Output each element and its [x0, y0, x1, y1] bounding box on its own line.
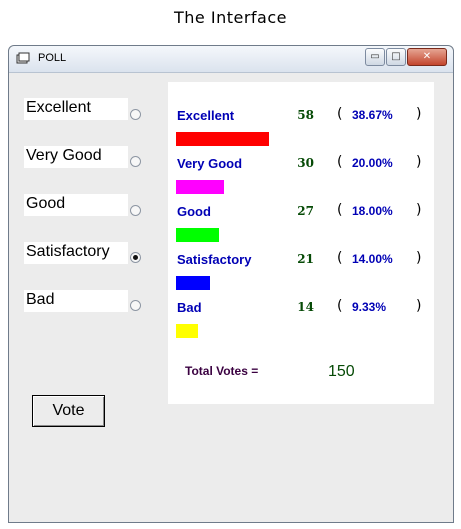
maximize-button[interactable]: □ — [386, 48, 406, 66]
result-paren-close: ) — [416, 154, 422, 170]
total-votes-label: Total Votes = — [185, 364, 259, 378]
window-title: POLL — [38, 52, 67, 64]
poll-window: POLL ▭ □ ✕ Excellent Very Good Good Sati… — [8, 45, 454, 523]
page-caption: The Interface — [174, 8, 287, 27]
option-label-excellent: Excellent — [24, 98, 128, 120]
window-titlebar[interactable]: POLL ▭ □ ✕ — [9, 46, 453, 73]
radio-satisfactory[interactable] — [130, 252, 141, 263]
result-percent-good: 18.00% — [352, 204, 393, 218]
result-count-very-good: 30 — [297, 156, 314, 170]
result-paren-open: ( — [337, 250, 343, 266]
result-bar-very-good — [176, 180, 224, 194]
option-label-very-good: Very Good — [24, 146, 128, 168]
result-percent-very-good: 20.00% — [352, 156, 393, 170]
close-button[interactable]: ✕ — [407, 48, 447, 66]
result-paren-close: ) — [416, 250, 422, 266]
option-label-good: Good — [24, 194, 128, 216]
result-paren-open: ( — [337, 202, 343, 218]
result-bar-excellent — [176, 132, 269, 146]
radio-very-good[interactable] — [130, 156, 141, 167]
result-percent-excellent: 38.67% — [352, 108, 393, 122]
result-name-bad: Bad — [177, 300, 202, 315]
vote-button[interactable]: Vote — [32, 395, 105, 427]
result-name-excellent: Excellent — [177, 108, 235, 123]
radio-bad[interactable] — [130, 300, 141, 311]
result-paren-open: ( — [337, 106, 343, 122]
result-paren-open: ( — [337, 154, 343, 170]
result-bar-satisfactory — [176, 276, 210, 290]
result-paren-close: ) — [416, 202, 422, 218]
result-count-satisfactory: 21 — [297, 252, 314, 266]
result-name-satisfactory: Satisfactory — [177, 252, 252, 267]
minimize-button[interactable]: ▭ — [365, 48, 385, 66]
option-label-bad: Bad — [24, 290, 128, 312]
result-bar-good — [176, 228, 219, 242]
result-paren-close: ) — [416, 298, 422, 314]
option-label-satisfactory: Satisfactory — [24, 242, 128, 264]
result-paren-open: ( — [337, 298, 343, 314]
result-percent-bad: 9.33% — [352, 300, 387, 314]
result-count-good: 27 — [297, 204, 314, 218]
result-count-excellent: 58 — [297, 108, 314, 122]
result-name-good: Good — [177, 204, 211, 219]
result-percent-satisfactory: 14.00% — [352, 252, 393, 266]
app-icon — [16, 52, 30, 64]
result-bar-bad — [176, 324, 198, 338]
results-panel: Excellent 58 ( 38.67% ) Very Good 30 ( 2… — [168, 82, 434, 404]
result-count-bad: 14 — [297, 300, 314, 314]
total-votes-value: 150 — [328, 363, 355, 380]
radio-excellent[interactable] — [130, 109, 141, 120]
result-name-very-good: Very Good — [177, 156, 243, 171]
radio-good[interactable] — [130, 205, 141, 216]
result-paren-close: ) — [416, 106, 422, 122]
